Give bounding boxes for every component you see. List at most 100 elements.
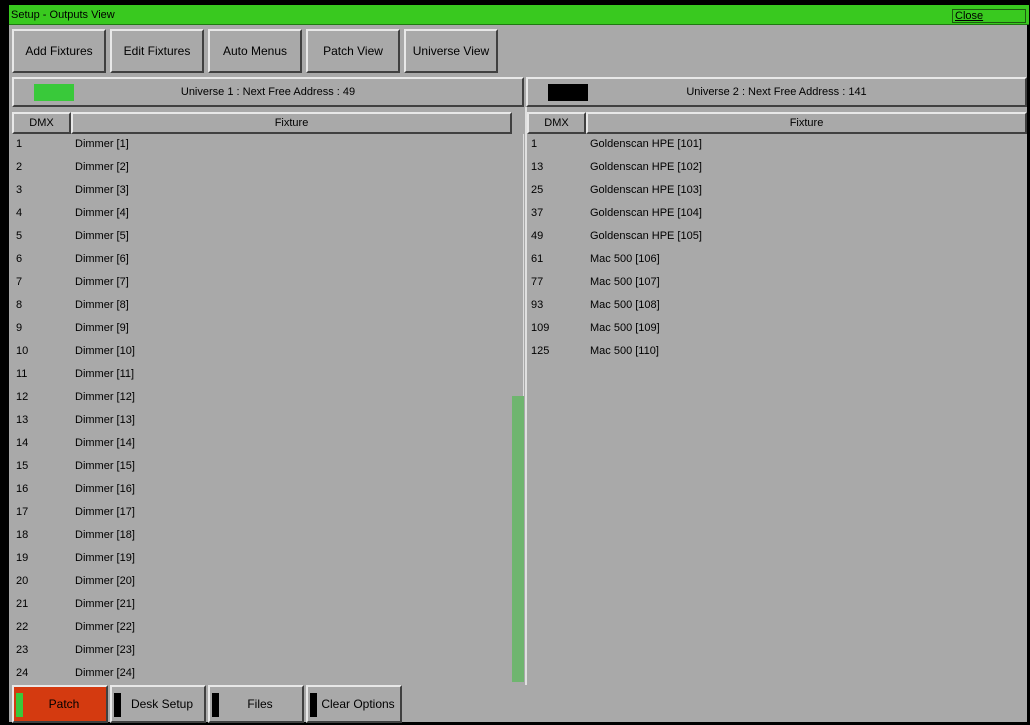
- fixture-name-cell: Dimmer [20]: [75, 575, 135, 587]
- auto-menus-button[interactable]: Auto Menus: [208, 29, 302, 73]
- dmx-address-cell: 13: [16, 414, 29, 426]
- dmx-address-cell: 61: [531, 253, 544, 265]
- title-bar: Setup - Outputs View Close: [9, 5, 1029, 25]
- table-row[interactable]: 6 Dimmer [6]: [12, 249, 512, 272]
- fixture-name-cell: Dimmer [19]: [75, 552, 135, 564]
- close-button[interactable]: Close: [952, 9, 1026, 23]
- table-row[interactable]: 18 Dimmer [18]: [12, 525, 512, 548]
- table-row[interactable]: 7 Dimmer [7]: [12, 272, 512, 295]
- universe-view-button[interactable]: Universe View: [404, 29, 498, 73]
- table-row[interactable]: 4 Dimmer [4]: [12, 203, 512, 226]
- table-row[interactable]: 25 Goldenscan HPE [103]: [527, 180, 1027, 203]
- fixture-name-cell: Dimmer [2]: [75, 161, 129, 173]
- dmx-address-cell: 49: [531, 230, 544, 242]
- dmx-address-cell: 8: [16, 299, 23, 311]
- table-row[interactable]: 11 Dimmer [11]: [12, 364, 512, 387]
- table-row[interactable]: 12 Dimmer [12]: [12, 387, 512, 410]
- universe-2-fixture-column-header[interactable]: Fixture: [586, 112, 1027, 134]
- fixture-name-cell: Dimmer [17]: [75, 506, 135, 518]
- table-row[interactable]: 49 Goldenscan HPE [105]: [527, 226, 1027, 249]
- dmx-address-cell: 18: [16, 529, 29, 541]
- dmx-address-cell: 7: [16, 276, 23, 288]
- table-row[interactable]: 109 Mac 500 [109]: [527, 318, 1027, 341]
- table-row[interactable]: 10 Dimmer [10]: [12, 341, 512, 364]
- fixture-name-cell: Dimmer [3]: [75, 184, 129, 196]
- table-row[interactable]: 37 Goldenscan HPE [104]: [527, 203, 1027, 226]
- fixture-name-cell: Dimmer [22]: [75, 621, 135, 633]
- table-row[interactable]: 24 Dimmer [24]: [12, 663, 512, 685]
- table-row[interactable]: 9 Dimmer [9]: [12, 318, 512, 341]
- dmx-address-cell: 16: [16, 483, 29, 495]
- table-row[interactable]: 20 Dimmer [20]: [12, 571, 512, 594]
- patch-tab[interactable]: Patch: [12, 685, 108, 723]
- dmx-address-cell: 37: [531, 207, 544, 219]
- table-row[interactable]: 16 Dimmer [16]: [12, 479, 512, 502]
- fixture-name-cell: Dimmer [8]: [75, 299, 129, 311]
- fixture-name-cell: Dimmer [18]: [75, 529, 135, 541]
- fixture-name-cell: Mac 500 [107]: [590, 276, 660, 288]
- fixture-name-cell: Mac 500 [110]: [590, 345, 659, 357]
- table-row[interactable]: 23 Dimmer [23]: [12, 640, 512, 663]
- universe-divider: [525, 107, 527, 685]
- table-row[interactable]: 22 Dimmer [22]: [12, 617, 512, 640]
- universe-1-fixture-column-header[interactable]: Fixture: [71, 112, 512, 134]
- fixture-name-cell: Dimmer [21]: [75, 598, 135, 610]
- table-row[interactable]: 93 Mac 500 [108]: [527, 295, 1027, 318]
- desk-setup-tab[interactable]: Desk Setup: [110, 685, 206, 723]
- universe-1-header[interactable]: Universe 1 : Next Free Address : 49: [12, 77, 524, 107]
- auto-menus-label: Auto Menus: [222, 44, 288, 58]
- clear-options-tab[interactable]: Clear Options: [306, 685, 402, 723]
- setup-window: Setup - Outputs View Close Add Fixtures …: [8, 4, 1029, 723]
- scrollbar-thumb[interactable]: [512, 396, 524, 682]
- fixture-name-cell: Dimmer [12]: [75, 391, 135, 403]
- add-fixtures-button[interactable]: Add Fixtures: [12, 29, 106, 73]
- dmx-address-cell: 24: [16, 667, 29, 679]
- patch-view-button[interactable]: Patch View: [306, 29, 400, 73]
- dmx-address-cell: 22: [16, 621, 29, 633]
- dmx-address-cell: 21: [16, 598, 29, 610]
- universe-2-header[interactable]: Universe 2 : Next Free Address : 141: [526, 77, 1027, 107]
- table-row[interactable]: 17 Dimmer [17]: [12, 502, 512, 525]
- table-row[interactable]: 2 Dimmer [2]: [12, 157, 512, 180]
- dmx-address-cell: 15: [16, 460, 29, 472]
- fixture-name-cell: Dimmer [9]: [75, 322, 129, 334]
- dmx-address-cell: 4: [16, 207, 23, 219]
- fixture-name-cell: Goldenscan HPE [104]: [590, 207, 702, 219]
- universe-1-patch-list: 1 Dimmer [1] 2 Dimmer [2] 3 Dimmer [3] 4 Dimmer…: [12, 134, 512, 685]
- universe-1-scrollbar[interactable]: [512, 134, 524, 682]
- edit-fixtures-button[interactable]: Edit Fixtures: [110, 29, 204, 73]
- table-row[interactable]: 14 Dimmer [14]: [12, 433, 512, 456]
- fixture-name-cell: Mac 500 [106]: [590, 253, 660, 265]
- table-row[interactable]: 8 Dimmer [8]: [12, 295, 512, 318]
- dmx-address-cell: 6: [16, 253, 23, 265]
- table-row[interactable]: 1 Goldenscan HPE [101]: [527, 134, 1027, 157]
- edit-fixtures-label: Edit Fixtures: [123, 44, 191, 58]
- table-row[interactable]: 125 Mac 500 [110]: [527, 341, 1027, 364]
- table-row[interactable]: 77 Mac 500 [107]: [527, 272, 1027, 295]
- dmx-address-cell: 17: [16, 506, 29, 518]
- fixture-name-cell: Dimmer [11]: [75, 368, 135, 380]
- dmx-address-cell: 19: [16, 552, 29, 564]
- table-row[interactable]: 5 Dimmer [5]: [12, 226, 512, 249]
- add-fixtures-label: Add Fixtures: [25, 44, 93, 58]
- table-row[interactable]: 13 Dimmer [13]: [12, 410, 512, 433]
- clear-options-tab-indicator: [310, 693, 317, 717]
- table-row[interactable]: 19 Dimmer [19]: [12, 548, 512, 571]
- dmx-address-cell: 23: [16, 644, 29, 656]
- universe-view-label: Universe View: [412, 44, 490, 58]
- scrollbar-track[interactable]: [512, 134, 524, 396]
- dmx-address-cell: 10: [16, 345, 29, 357]
- table-row[interactable]: 61 Mac 500 [106]: [527, 249, 1027, 272]
- table-row[interactable]: 13 Goldenscan HPE [102]: [527, 157, 1027, 180]
- dmx-address-cell: 93: [531, 299, 544, 311]
- table-row[interactable]: 21 Dimmer [21]: [12, 594, 512, 617]
- universe-2-dmx-column-header[interactable]: DMX: [527, 112, 586, 134]
- table-row[interactable]: 1 Dimmer [1]: [12, 134, 512, 157]
- table-row[interactable]: 3 Dimmer [3]: [12, 180, 512, 203]
- fixture-name-cell: Goldenscan HPE [102]: [590, 161, 702, 173]
- dmx-address-cell: 11: [16, 368, 28, 380]
- files-tab[interactable]: Files: [208, 685, 304, 723]
- universe-1-dmx-column-header[interactable]: DMX: [12, 112, 71, 134]
- table-row[interactable]: 15 Dimmer [15]: [12, 456, 512, 479]
- desk-setup-tab-label: Desk Setup: [130, 697, 194, 711]
